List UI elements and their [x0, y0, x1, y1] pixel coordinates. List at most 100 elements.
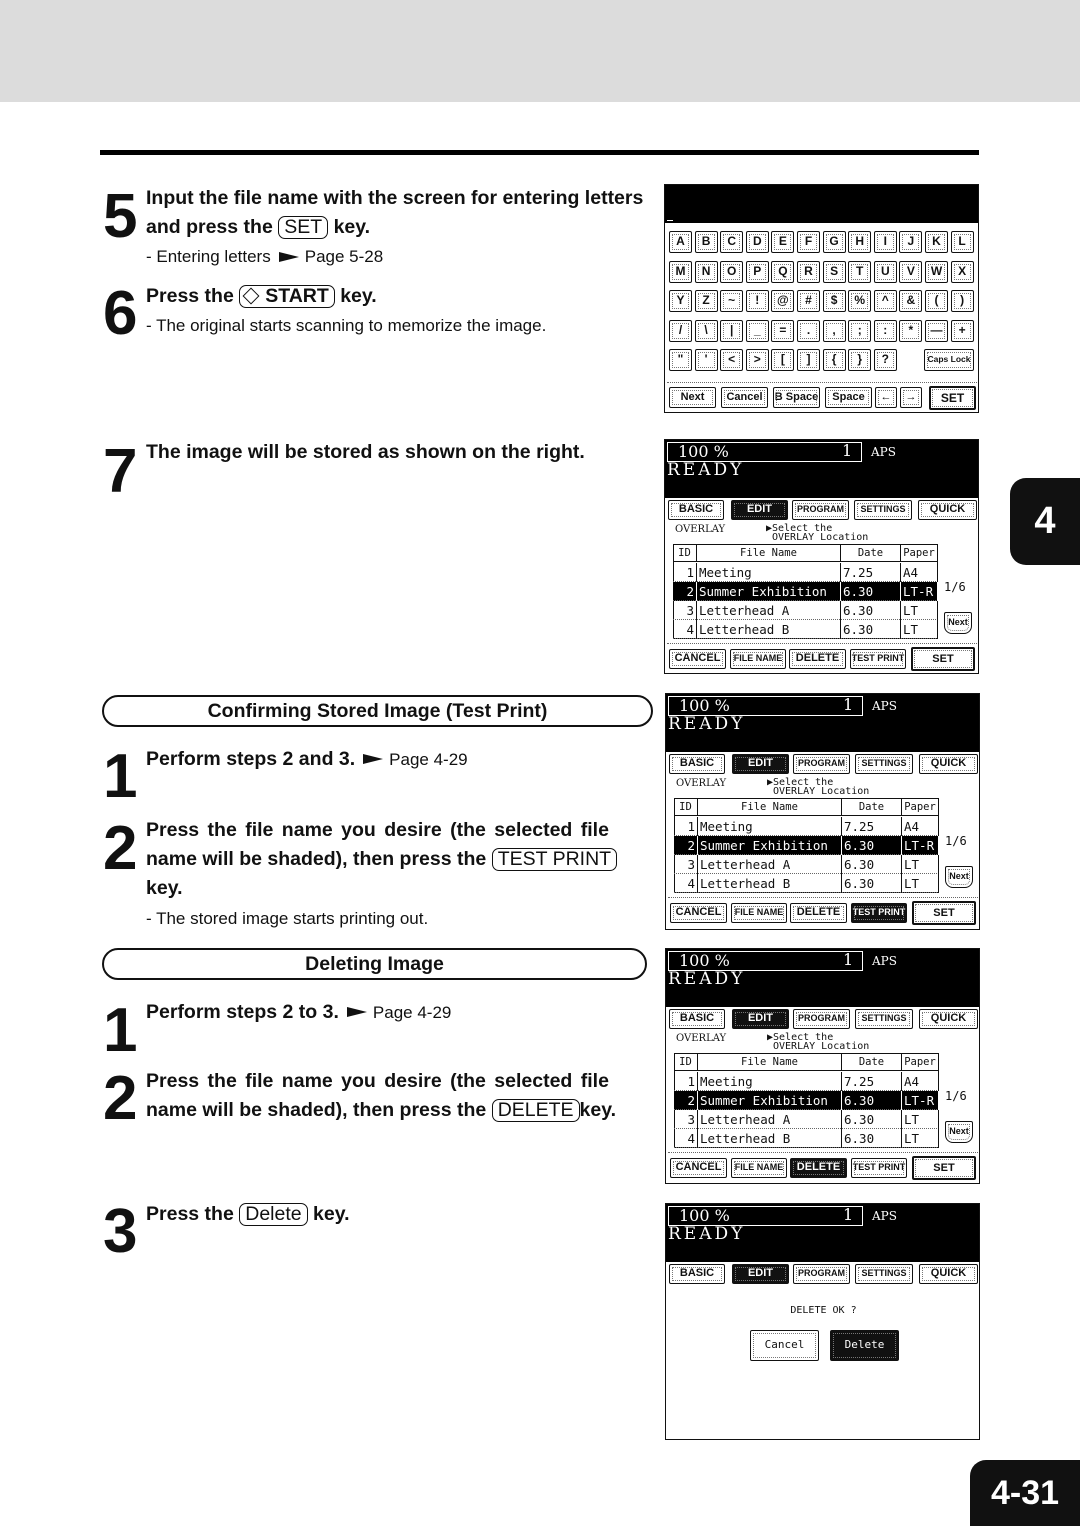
kb-space-button[interactable]: Space: [825, 387, 872, 408]
next-button[interactable]: Next: [944, 612, 972, 634]
cell[interactable]: 4: [674, 874, 698, 893]
cell[interactable]: LT-R: [901, 582, 938, 601]
cell[interactable]: LT: [901, 601, 938, 620]
key-3-9[interactable]: *: [899, 319, 923, 342]
tab-quick[interactable]: QUICK: [919, 754, 978, 774]
key-3-6[interactable]: ,: [822, 319, 846, 342]
key-1-5[interactable]: R: [797, 260, 820, 283]
kb--button-5[interactable]: →: [900, 387, 922, 408]
cell[interactable]: Letterhead A: [698, 1110, 842, 1129]
key-2-4[interactable]: @: [771, 290, 795, 312]
kb-bspace-button[interactable]: B Space: [773, 387, 820, 408]
key-2-5[interactable]: #: [797, 290, 820, 312]
confirm-cancel-button[interactable]: Cancel: [750, 1330, 819, 1361]
cell[interactable]: Meeting: [698, 1072, 842, 1091]
cell[interactable]: Meeting: [697, 563, 841, 582]
key-3-4[interactable]: =: [771, 319, 795, 342]
key-4-4[interactable]: [: [771, 349, 795, 371]
key-0-9[interactable]: J: [899, 231, 923, 253]
key-3-11[interactable]: +: [950, 319, 974, 342]
key-2-2[interactable]: ~: [720, 290, 744, 312]
next-button[interactable]: Next: [945, 1121, 973, 1143]
cell[interactable]: Letterhead A: [697, 601, 841, 620]
tab-quick[interactable]: QUICK: [919, 1009, 978, 1029]
tab-settings[interactable]: SETTINGS: [855, 754, 913, 774]
cell[interactable]: Letterhead A: [698, 855, 842, 874]
set-button[interactable]: SET: [929, 386, 976, 410]
key-2-10[interactable]: (: [925, 290, 948, 312]
key-4-3[interactable]: >: [745, 349, 769, 371]
caps-lock-key[interactable]: Caps Lock: [924, 349, 974, 371]
kb-next-button[interactable]: Next: [669, 387, 716, 408]
key-4-7[interactable]: }: [848, 349, 872, 371]
key-2-9[interactable]: &: [899, 290, 923, 312]
key-1-8[interactable]: U: [873, 260, 897, 283]
key-3-5[interactable]: .: [797, 319, 820, 342]
key-0-5[interactable]: F: [797, 231, 820, 253]
key-2-11[interactable]: ): [950, 290, 974, 312]
tab-settings[interactable]: SETTINGS: [854, 500, 912, 520]
tab-settings[interactable]: SETTINGS: [855, 1009, 913, 1029]
key-1-9[interactable]: V: [899, 260, 923, 283]
tab-edit[interactable]: EDIT: [731, 500, 788, 520]
key-1-2[interactable]: O: [720, 260, 744, 283]
delete-button[interactable]: DELETE: [790, 903, 847, 923]
next-button[interactable]: Next: [945, 866, 973, 888]
cell[interactable]: 1: [674, 817, 698, 836]
key-1-3[interactable]: P: [745, 260, 769, 283]
tab-program[interactable]: PROGRAM: [792, 500, 849, 520]
tab-program[interactable]: PROGRAM: [793, 1264, 850, 1284]
key-1-10[interactable]: W: [925, 260, 948, 283]
key-0-6[interactable]: G: [822, 231, 846, 253]
cell[interactable]: 2: [674, 836, 698, 855]
confirm-delete-button[interactable]: Delete: [830, 1330, 899, 1361]
cell[interactable]: 7.25: [842, 1072, 902, 1091]
key-0-4[interactable]: E: [771, 231, 795, 253]
tab-basic[interactable]: BASIC: [668, 500, 724, 520]
key-4-2[interactable]: <: [720, 349, 744, 371]
cell[interactable]: A4: [901, 563, 938, 582]
delete-button[interactable]: DELETE: [790, 1158, 847, 1178]
key-4-1[interactable]: ': [694, 349, 718, 371]
key-1-11[interactable]: X: [950, 260, 974, 283]
cell[interactable]: 6.30: [842, 836, 902, 855]
cancel-button[interactable]: CANCEL: [669, 649, 726, 669]
cell[interactable]: LT: [902, 874, 939, 893]
tab-settings[interactable]: SETTINGS: [855, 1264, 913, 1284]
tab-edit[interactable]: EDIT: [732, 1009, 789, 1029]
file-name-button[interactable]: FILE NAME: [731, 1158, 787, 1178]
cell[interactable]: Meeting: [698, 817, 842, 836]
cell[interactable]: 3: [673, 601, 697, 620]
set-button[interactable]: SET: [912, 901, 976, 925]
cell[interactable]: Summer Exhibition: [698, 836, 842, 855]
cell[interactable]: 4: [673, 620, 697, 639]
key-1-4[interactable]: Q: [771, 260, 795, 283]
cell[interactable]: 6.30: [842, 1091, 902, 1110]
tab-program[interactable]: PROGRAM: [793, 754, 850, 774]
cell[interactable]: 6.30: [842, 1129, 902, 1148]
cell[interactable]: 7.25: [842, 817, 902, 836]
cell[interactable]: LT: [902, 1110, 939, 1129]
tab-quick[interactable]: QUICK: [918, 500, 977, 520]
key-2-3[interactable]: !: [745, 290, 769, 312]
key-3-10[interactable]: —: [925, 319, 948, 342]
key-1-7[interactable]: T: [848, 260, 872, 283]
kb-cancel-button[interactable]: Cancel: [721, 387, 768, 408]
cell[interactable]: 6.30: [841, 601, 901, 620]
key-3-7[interactable]: ;: [848, 319, 872, 342]
cell[interactable]: LT: [901, 620, 938, 639]
key-4-0[interactable]: ": [669, 349, 692, 371]
cell[interactable]: Letterhead B: [697, 620, 841, 639]
key-0-2[interactable]: C: [720, 231, 744, 253]
cell[interactable]: 4: [674, 1129, 698, 1148]
tab-basic[interactable]: BASIC: [669, 1009, 725, 1029]
set-button[interactable]: SET: [911, 647, 975, 671]
file-name-button[interactable]: FILE NAME: [730, 649, 786, 669]
file-name-button[interactable]: FILE NAME: [731, 903, 787, 923]
cell[interactable]: 6.30: [841, 620, 901, 639]
key-3-0[interactable]: /: [669, 319, 692, 342]
key-3-8[interactable]: :: [873, 319, 897, 342]
cell[interactable]: 1: [673, 563, 697, 582]
key-0-11[interactable]: L: [950, 231, 974, 253]
set-button[interactable]: SET: [912, 1156, 976, 1180]
